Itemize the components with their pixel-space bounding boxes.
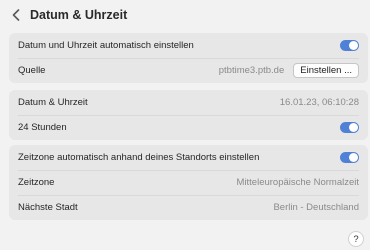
timezone-group: Zeitzone automatisch anhand deines Stand… <box>9 145 368 220</box>
header: Datum & Uhrzeit <box>0 0 370 30</box>
timezone-row: Zeitzone Mitteleuropäische Normalzeit <box>9 170 368 195</box>
auto-time-group: Datum und Uhrzeit automatisch einstellen… <box>9 33 368 83</box>
timezone-value: Mitteleuropäische Normalzeit <box>236 177 360 188</box>
help-button[interactable]: ? <box>348 231 364 247</box>
chevron-left-icon[interactable] <box>8 7 24 23</box>
source-row: Quelle ptbtime3.ptb.de Einstellen ... <box>9 58 368 83</box>
datetime-row: Datum & Uhrzeit 16.01.23, 06:10:28 <box>9 90 368 115</box>
24h-row: 24 Stunden <box>9 115 368 140</box>
24h-label: 24 Stunden <box>18 122 67 133</box>
auto-time-label: Datum und Uhrzeit automatisch einstellen <box>18 40 194 51</box>
city-value: Berlin - Deutschland <box>273 202 359 213</box>
timezone-label: Zeitzone <box>18 177 55 188</box>
tz-auto-row: Zeitzone automatisch anhand deines Stand… <box>9 145 368 170</box>
datetime-label: Datum & Uhrzeit <box>18 97 88 108</box>
source-label: Quelle <box>18 65 46 76</box>
source-value: ptbtime3.ptb.de <box>218 65 285 76</box>
toggle-knob <box>349 153 358 162</box>
toggle-knob <box>349 41 358 50</box>
datetime-value: 16.01.23, 06:10:28 <box>279 97 359 108</box>
city-label: Nächste Stadt <box>18 202 78 213</box>
datetime-group: Datum & Uhrzeit 16.01.23, 06:10:28 24 St… <box>9 90 368 140</box>
city-row: Nächste Stadt Berlin - Deutschland <box>9 195 368 220</box>
date-time-settings-page: Datum & Uhrzeit Datum und Uhrzeit automa… <box>0 0 370 250</box>
auto-time-row: Datum und Uhrzeit automatisch einstellen <box>9 33 368 58</box>
tz-auto-label: Zeitzone automatisch anhand deines Stand… <box>18 152 260 163</box>
auto-time-toggle[interactable] <box>340 40 359 51</box>
toggle-knob <box>349 123 358 132</box>
page-title: Datum & Uhrzeit <box>30 8 128 22</box>
24h-toggle[interactable] <box>340 122 359 133</box>
set-source-button[interactable]: Einstellen ... <box>293 63 359 78</box>
tz-auto-toggle[interactable] <box>340 152 359 163</box>
